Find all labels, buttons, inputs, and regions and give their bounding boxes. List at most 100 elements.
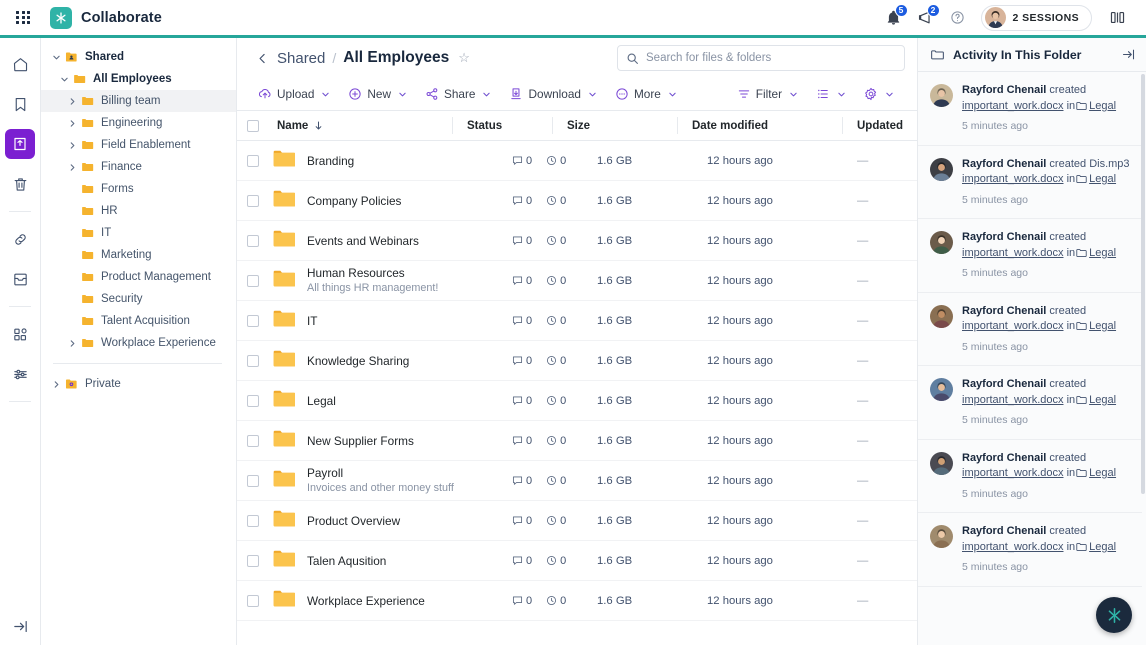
chevron-right-icon[interactable]	[65, 339, 79, 348]
activity-user[interactable]: Rayford Chenail	[962, 231, 1046, 243]
chevron-right-icon[interactable]	[49, 380, 63, 389]
list-view-button[interactable]	[809, 84, 853, 104]
chevron-down-icon[interactable]	[57, 75, 71, 84]
brand[interactable]: Collaborate	[50, 6, 162, 29]
archive-icon[interactable]	[5, 264, 35, 294]
table-row[interactable]: Product Overview 0 0 1.6 GB 12 hours ago —	[237, 501, 917, 541]
tree-item-shared[interactable]: Shared	[41, 46, 236, 68]
table-row[interactable]: Workplace Experience 0 0 1.6 GB 12 hours ago…	[237, 581, 917, 621]
assistant-icon[interactable]	[1096, 597, 1132, 633]
file-name[interactable]: Talen Aqusition	[307, 554, 386, 568]
activity-file[interactable]: important_work.docx	[962, 541, 1064, 553]
file-name[interactable]: Payroll	[307, 466, 454, 480]
trash-icon[interactable]	[5, 169, 35, 199]
activity-item[interactable]: Rayford Chenail created important_work.d…	[918, 293, 1142, 366]
row-checkbox[interactable]	[247, 234, 259, 247]
tree-item-workplace-experience[interactable]: Workplace Experience	[41, 332, 236, 354]
row-checkbox[interactable]	[247, 594, 259, 607]
activity-item[interactable]: Rayford Chenail created Dis.mp3 importan…	[918, 146, 1142, 219]
chevron-down-icon[interactable]	[588, 90, 597, 99]
collapse-panel-icon[interactable]	[1121, 47, 1136, 62]
chevron-down-icon[interactable]	[885, 90, 894, 99]
chevron-left-icon[interactable]	[251, 47, 273, 69]
table-row[interactable]: Human Resources All things HR management!…	[237, 261, 917, 301]
activity-user[interactable]: Rayford Chenail	[962, 158, 1046, 170]
chevron-right-icon[interactable]	[65, 141, 79, 150]
chevron-right-icon[interactable]	[65, 97, 79, 106]
sessions-pill[interactable]: 2 SESSIONS	[980, 4, 1092, 31]
download-button[interactable]: Download	[502, 84, 603, 104]
file-name[interactable]: Legal	[307, 394, 336, 408]
row-checkbox[interactable]	[247, 194, 259, 207]
tree-item-private[interactable]: Private	[41, 373, 236, 395]
column-header-size[interactable]: Size	[567, 120, 677, 132]
chevron-down-icon[interactable]	[321, 90, 330, 99]
sliders-icon[interactable]	[5, 359, 35, 389]
file-name[interactable]: Human Resources	[307, 266, 438, 280]
table-row[interactable]: Company Policies 0 0 1.6 GB 12 hours ago —	[237, 181, 917, 221]
activity-folder[interactable]: Legal	[1089, 173, 1116, 185]
star-outline-icon[interactable]: ☆	[458, 50, 470, 66]
tree-item-field-enablement[interactable]: Field Enablement	[41, 134, 236, 156]
gear-button[interactable]	[857, 84, 901, 104]
activity-item[interactable]: Rayford Chenail created important_work.d…	[918, 366, 1142, 440]
chevron-down-icon[interactable]	[668, 90, 677, 99]
activity-user[interactable]: Rayford Chenail	[962, 525, 1046, 537]
new-button[interactable]: New	[341, 84, 414, 104]
activity-user[interactable]: Rayford Chenail	[962, 84, 1046, 96]
column-header-updated[interactable]: Updated	[857, 120, 917, 132]
activity-folder[interactable]: Legal	[1089, 394, 1116, 406]
search-box[interactable]	[617, 45, 905, 71]
chevron-down-icon[interactable]	[789, 90, 798, 99]
row-checkbox[interactable]	[247, 474, 259, 487]
column-header-date-modified[interactable]: Date modified	[692, 120, 842, 132]
table-row[interactable]: Talen Aqusition 0 0 1.6 GB 12 hours ago —	[237, 541, 917, 581]
activity-item[interactable]: Rayford Chenail created important_work.d…	[918, 219, 1142, 293]
upload-button[interactable]: Upload	[251, 84, 337, 104]
library-icon[interactable]	[5, 129, 35, 159]
activity-scrollbar[interactable]	[1141, 74, 1145, 494]
chevron-down-icon[interactable]	[49, 53, 63, 62]
chevron-down-icon[interactable]	[398, 90, 407, 99]
activity-feed[interactable]: Rayford Chenail created important_work.d…	[918, 72, 1146, 645]
activity-file[interactable]: important_work.docx	[962, 173, 1064, 185]
row-checkbox[interactable]	[247, 394, 259, 407]
tree-item-product-management[interactable]: Product Management	[41, 266, 236, 288]
chevron-right-icon[interactable]	[65, 119, 79, 128]
search-input[interactable]	[646, 52, 896, 64]
sort-descending-arrow[interactable]	[313, 120, 324, 131]
tree-item-engineering[interactable]: Engineering	[41, 112, 236, 134]
activity-file[interactable]: important_work.docx	[962, 394, 1064, 406]
home-icon[interactable]	[5, 49, 35, 79]
activity-item[interactable]: Rayford Chenail created important_work.d…	[918, 440, 1142, 513]
more-button[interactable]: More	[608, 84, 684, 104]
row-checkbox[interactable]	[247, 154, 259, 167]
tree-item-all-employees[interactable]: All Employees	[41, 68, 236, 90]
activity-folder[interactable]: Legal	[1089, 100, 1116, 112]
chevron-down-icon[interactable]	[837, 90, 846, 99]
activity-user[interactable]: Rayford Chenail	[962, 378, 1046, 390]
tree-item-forms[interactable]: Forms	[41, 178, 236, 200]
file-name[interactable]: Branding	[307, 154, 354, 168]
collapse-sidebar-icon[interactable]	[0, 618, 41, 635]
row-checkbox[interactable]	[247, 314, 259, 327]
table-row[interactable]: IT 0 0 1.6 GB 12 hours ago —	[237, 301, 917, 341]
column-header-name[interactable]: Name	[277, 120, 308, 132]
tree-item-it[interactable]: IT	[41, 222, 236, 244]
apps-icon[interactable]	[5, 319, 35, 349]
tree-item-billing-team[interactable]: Billing team	[41, 90, 236, 112]
activity-user[interactable]: Rayford Chenail	[962, 305, 1046, 317]
activity-folder[interactable]: Legal	[1089, 247, 1116, 259]
breadcrumb-parent[interactable]: Shared	[277, 50, 325, 67]
file-name[interactable]: New Supplier Forms	[307, 434, 414, 448]
activity-file[interactable]: important_work.docx	[962, 247, 1064, 259]
app-switcher-icon[interactable]	[10, 5, 36, 31]
row-checkbox[interactable]	[247, 434, 259, 447]
activity-file[interactable]: important_work.docx	[962, 320, 1064, 332]
activity-folder[interactable]: Legal	[1089, 541, 1116, 553]
file-name[interactable]: Product Overview	[307, 514, 400, 528]
share-button[interactable]: Share	[418, 84, 498, 104]
tree-item-security[interactable]: Security	[41, 288, 236, 310]
file-name[interactable]: Workplace Experience	[307, 594, 425, 608]
row-checkbox[interactable]	[247, 354, 259, 367]
